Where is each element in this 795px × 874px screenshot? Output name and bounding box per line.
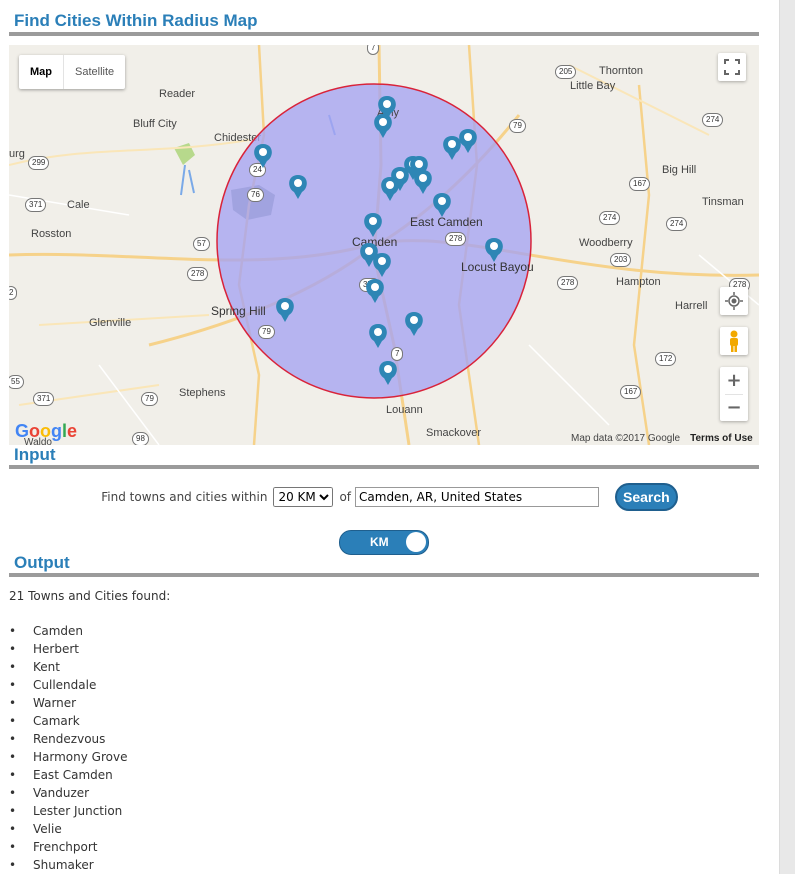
unit-toggle[interactable]: KM (339, 530, 429, 555)
list-item: Shumaker (9, 856, 127, 874)
unit-toggle-label: KM (370, 535, 389, 549)
map-pin[interactable] (276, 298, 294, 322)
radius-select[interactable]: 20 KM (273, 487, 334, 507)
page-scrollbar[interactable] (779, 0, 795, 874)
map-section-title: Find Cities Within Radius Map (14, 11, 258, 30)
fullscreen-icon (724, 59, 740, 75)
map-pin[interactable] (374, 114, 392, 138)
list-item: Lester Junction (9, 802, 127, 820)
unit-toggle-knob (406, 532, 426, 552)
of-label: of (339, 490, 352, 504)
zoom-out-button[interactable]: − (726, 395, 741, 421)
terms-of-use-link[interactable]: Terms of Use (690, 433, 753, 444)
list-item: Harmony Grove (9, 748, 127, 766)
list-item: Rendezvous (9, 730, 127, 748)
map-type-control: Map Satellite (19, 55, 126, 89)
pins-layer (254, 96, 503, 385)
list-item: East Camden (9, 766, 127, 784)
map-pin[interactable] (364, 213, 382, 237)
google-logo: Google (15, 421, 78, 441)
search-button[interactable]: Search (615, 483, 678, 511)
list-item: Camark (9, 712, 127, 730)
map-pin[interactable] (373, 253, 391, 277)
output-title-rule (9, 573, 759, 577)
search-form: Find towns and cities within 20 KM of Se… (0, 483, 779, 511)
map-pin[interactable] (254, 144, 272, 168)
map-attribution: Map data ©2017 Google Terms of Use (571, 433, 753, 444)
zoom-control: + − (720, 367, 748, 421)
pegman-icon (730, 330, 738, 352)
fullscreen-button[interactable] (718, 53, 746, 81)
map-pin[interactable] (485, 238, 503, 262)
map-pin[interactable] (459, 129, 477, 153)
list-item: Frenchport (9, 838, 127, 856)
street-view-button[interactable] (720, 327, 748, 355)
result-count: 21 Towns and Cities found: (9, 589, 171, 603)
map-pin[interactable] (289, 175, 307, 199)
map-type-satellite-button[interactable]: Satellite (64, 55, 125, 89)
crosshair-icon (725, 292, 743, 310)
list-item: Kent (9, 658, 127, 676)
radius-map[interactable]: Reader Bluff City Chidester urg Cale Ros… (9, 45, 759, 445)
location-input[interactable] (355, 487, 600, 507)
my-location-button[interactable] (720, 287, 748, 315)
list-item: Camden (9, 622, 127, 640)
map-pin[interactable] (414, 170, 432, 194)
input-title-rule (9, 465, 759, 469)
map-title-rule (9, 32, 759, 36)
map-type-map-button[interactable]: Map (19, 55, 64, 89)
map-pin[interactable] (433, 193, 451, 217)
map-pin[interactable] (443, 136, 461, 160)
map-data-credit: Map data ©2017 Google (571, 433, 681, 444)
list-item: Vanduzer (9, 784, 127, 802)
map-pin[interactable] (381, 177, 399, 201)
list-item: Cullendale (9, 676, 127, 694)
town-list: Camden Herbert Kent Cullendale Warner Ca… (9, 622, 127, 874)
list-item: Herbert (9, 640, 127, 658)
map-pin[interactable] (405, 312, 423, 336)
map-pin[interactable] (379, 361, 397, 385)
list-item: Velie (9, 820, 127, 838)
list-item: Warner (9, 694, 127, 712)
input-section-title: Input (14, 445, 56, 464)
map-pin[interactable] (369, 324, 387, 348)
radius-label: Find towns and cities within (101, 490, 268, 504)
map-pin[interactable] (366, 279, 384, 303)
zoom-in-button[interactable]: + (726, 367, 741, 394)
output-section-title: Output (14, 553, 70, 572)
